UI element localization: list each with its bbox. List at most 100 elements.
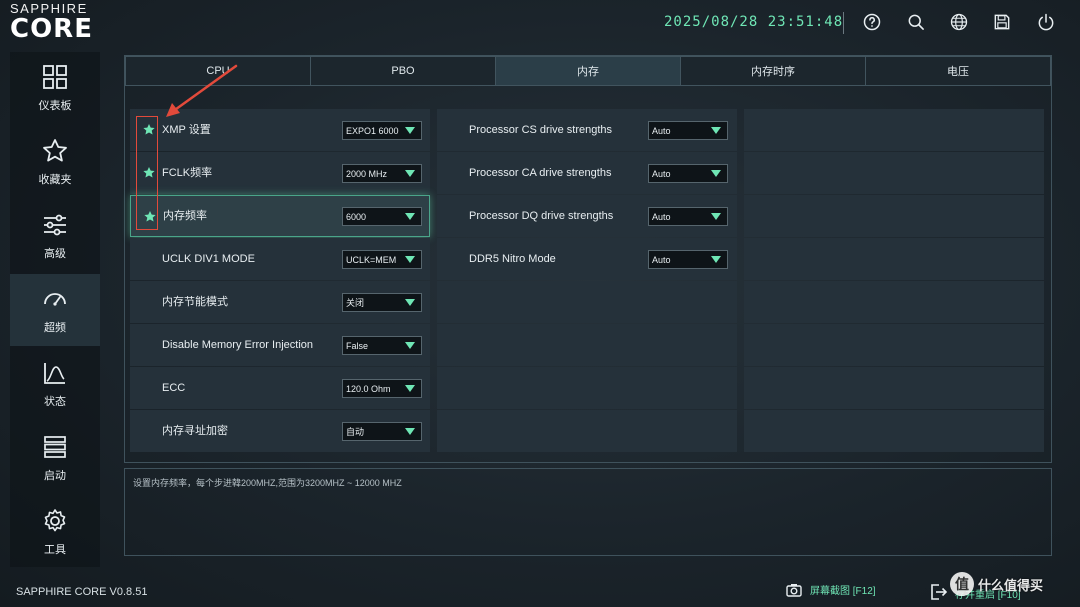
help-icon[interactable] [860, 10, 884, 34]
uclk-dropdown[interactable]: UCLK=MEM [342, 250, 422, 269]
sidebar: 仪表板 收藏夹 高级 超频 状态 启动 工具 [10, 52, 100, 567]
brand-logo: SAPPHIRE CORE [10, 2, 130, 44]
camera-icon [786, 583, 802, 597]
tab-pbo[interactable]: PBO [311, 56, 496, 86]
power-icon[interactable] [1034, 10, 1058, 34]
sidebar-item-overclock[interactable]: 超频 [10, 274, 100, 346]
setting-row-nitro-mode[interactable]: DDR5 Nitro Mode Auto [437, 238, 737, 280]
chevron-down-icon [711, 170, 721, 177]
sliders-icon [44, 214, 66, 236]
tab-memory[interactable]: 内存 [496, 56, 681, 86]
gauge-icon [44, 293, 66, 306]
tab-bar: CPU PBO 内存 内存时序 电压 [125, 56, 1051, 86]
empty-row [437, 367, 737, 409]
description-text: 设置内存频率，每个步进韓200MHZ,范围为3200MHZ ~ 12000 MH… [133, 478, 402, 488]
brand-main: CORE [10, 14, 93, 44]
screenshot-button[interactable]: 屏幕截图 [F12] [786, 582, 876, 597]
dq-drive-dropdown[interactable]: Auto [648, 207, 728, 226]
version-label: SAPPHIRE CORE V0.8.51 [16, 586, 148, 598]
empty-row [437, 324, 737, 366]
setting-row-memory-frequency[interactable]: 内存频率 6000 [130, 195, 430, 237]
sidebar-label: 状态 [44, 396, 66, 408]
empty-row [744, 109, 1044, 151]
search-icon[interactable] [904, 10, 928, 34]
chevron-down-icon [405, 428, 415, 435]
setting-row-dq-drive[interactable]: Processor DQ drive strengths Auto [437, 195, 737, 237]
setting-row-memory-power-saving[interactable]: 内存节能模式 关闭 [130, 281, 430, 323]
empty-row [437, 410, 737, 452]
setting-label: DDR5 Nitro Mode [469, 253, 556, 265]
cs-drive-dropdown[interactable]: Auto [648, 121, 728, 140]
setting-row-address-encryption[interactable]: 内存寻址加密 自动 [130, 410, 430, 452]
datetime-display: 2025/08/28 23:51:48 [664, 14, 844, 30]
chevron-down-icon [711, 127, 721, 134]
annotation-box [136, 116, 158, 230]
memory-frequency-dropdown[interactable]: 6000 [342, 207, 422, 226]
setting-row-uclk[interactable]: UCLK DIV1 MODE UCLK=MEM [130, 238, 430, 280]
sidebar-item-boot[interactable]: 启动 [10, 422, 100, 494]
address-encryption-dropdown[interactable]: 自动 [342, 422, 422, 441]
chevron-down-icon [405, 213, 415, 220]
ecc-dropdown[interactable]: 120.0 Ohm [342, 379, 422, 398]
setting-label: FCLK频率 [162, 167, 213, 179]
chevron-down-icon [405, 299, 415, 306]
sidebar-label: 仪表板 [38, 100, 72, 112]
annotation-arrow-icon [166, 64, 238, 117]
sidebar-item-dashboard[interactable]: 仪表板 [10, 52, 100, 124]
empty-row [744, 238, 1044, 280]
sidebar-item-status[interactable]: 状态 [10, 348, 100, 420]
sidebar-label: 启动 [44, 470, 66, 482]
sidebar-label: 工具 [44, 544, 66, 556]
chart-icon [44, 363, 65, 384]
empty-row [744, 367, 1044, 409]
setting-row-error-injection[interactable]: Disable Memory Error Injection False [130, 324, 430, 366]
gear-icon [44, 509, 66, 532]
screenshot-label: 屏幕截图 [F12] [810, 586, 876, 597]
setting-label: 内存节能模式 [162, 296, 228, 308]
setting-row-cs-drive[interactable]: Processor CS drive strengths Auto [437, 109, 737, 151]
fclk-dropdown[interactable]: 2000 MHz [342, 164, 422, 183]
sidebar-item-tools[interactable]: 工具 [10, 496, 100, 568]
setting-row-ecc[interactable]: ECC 120.0 Ohm [130, 367, 430, 409]
watermark-logo-icon: 值 [950, 572, 974, 596]
sidebar-item-favorites[interactable]: 收藏夹 [10, 126, 100, 198]
empty-row [744, 152, 1044, 194]
chevron-down-icon [405, 385, 415, 392]
sidebar-label: 超频 [44, 322, 66, 334]
empty-row [744, 195, 1044, 237]
setting-label: Processor CA drive strengths [469, 167, 612, 179]
tab-memory-timing[interactable]: 内存时序 [681, 56, 866, 86]
chevron-down-icon [711, 213, 721, 220]
xmp-dropdown[interactable]: EXPO1 6000 [342, 121, 422, 140]
sidebar-item-advanced[interactable]: 高级 [10, 200, 100, 272]
header-divider [843, 12, 844, 34]
setting-label: Processor CS drive strengths [469, 124, 613, 136]
setting-label: Processor DQ drive strengths [469, 210, 614, 222]
chevron-down-icon [405, 127, 415, 134]
watermark: 值 什么值得买 [950, 572, 1043, 596]
star-icon [43, 139, 67, 162]
save-icon[interactable] [990, 10, 1014, 34]
globe-icon[interactable] [947, 10, 971, 34]
chevron-down-icon [405, 256, 415, 263]
dashboard-icon [43, 65, 67, 89]
setting-label: UCLK DIV1 MODE [162, 253, 255, 265]
setting-label: Disable Memory Error Injection [162, 339, 313, 351]
sidebar-label: 收藏夹 [38, 174, 72, 186]
setting-row-ca-drive[interactable]: Processor CA drive strengths Auto [437, 152, 737, 194]
setting-row-fclk[interactable]: FCLK频率 2000 MHz [130, 152, 430, 194]
nitro-mode-dropdown[interactable]: Auto [648, 250, 728, 269]
watermark-text: 什么值得买 [978, 577, 1044, 593]
sidebar-label: 高级 [44, 248, 66, 260]
ca-drive-dropdown[interactable]: Auto [648, 164, 728, 183]
boot-icon [44, 436, 66, 458]
empty-row [744, 410, 1044, 452]
setting-label: 内存寻址加密 [162, 425, 228, 437]
empty-row [744, 324, 1044, 366]
empty-row [437, 281, 737, 323]
chevron-down-icon [405, 170, 415, 177]
error-injection-dropdown[interactable]: False [342, 336, 422, 355]
tab-voltage[interactable]: 电压 [866, 56, 1051, 86]
exit-icon[interactable] [928, 582, 948, 602]
power-saving-dropdown[interactable]: 关闭 [342, 293, 422, 312]
